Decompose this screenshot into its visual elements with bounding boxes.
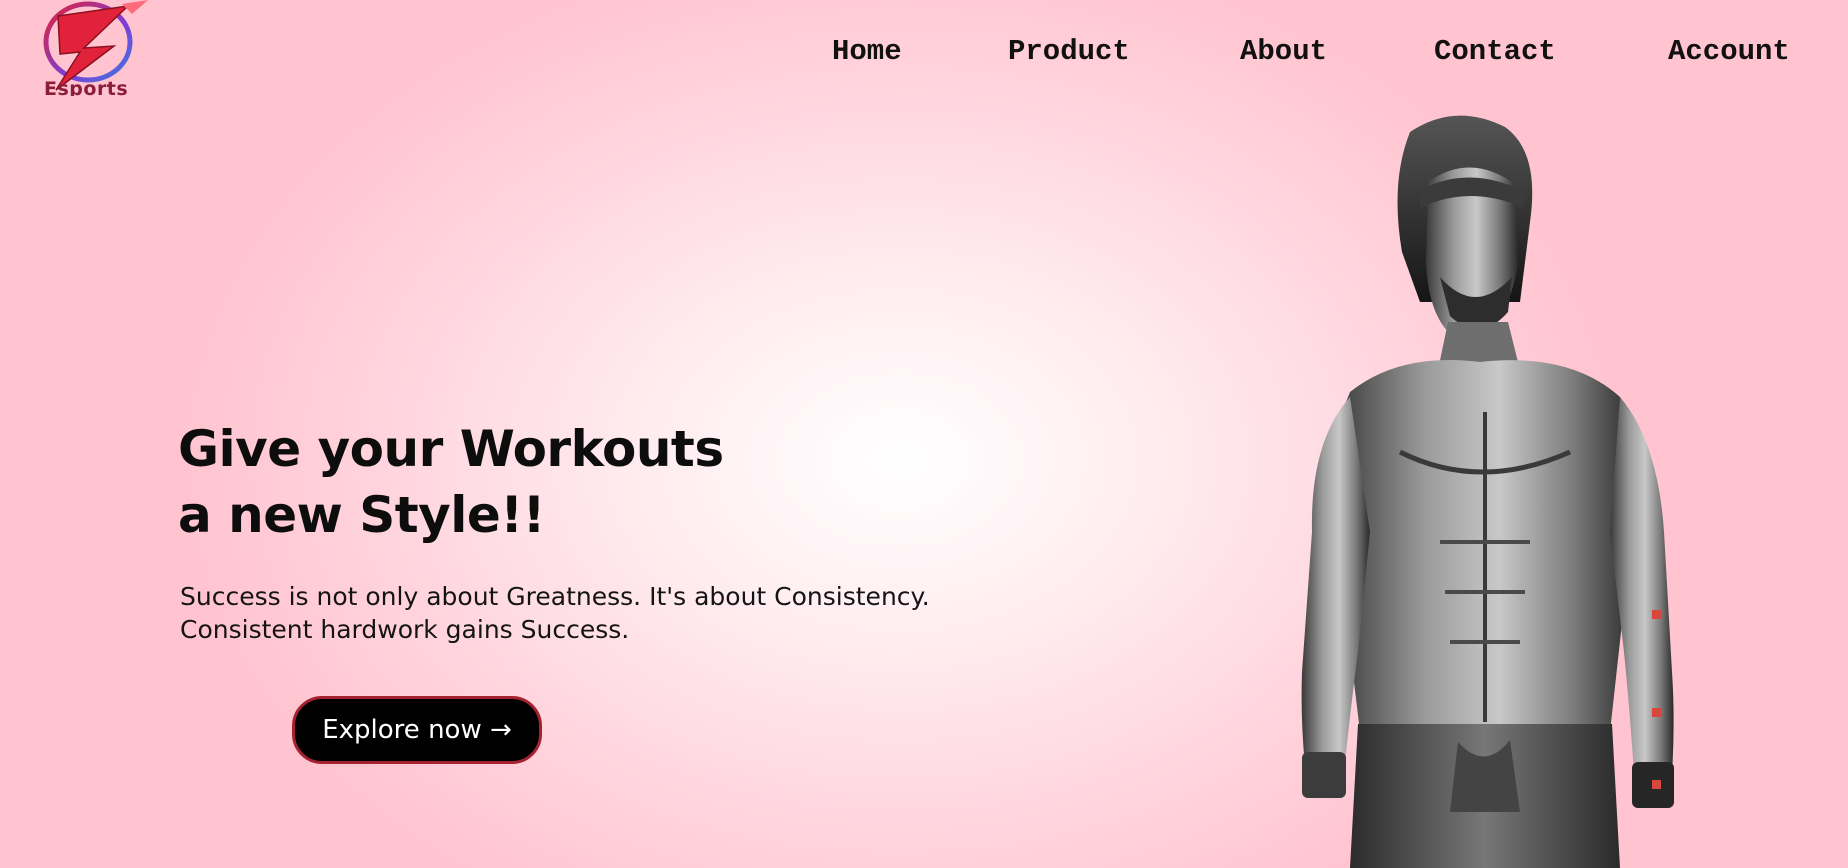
hero-subtitle: Success is not only about Greatness. It'… (180, 580, 930, 646)
nav-account[interactable]: Account (1668, 34, 1790, 70)
hero-title-line-2: a new Style!! (178, 486, 545, 544)
hero-title-line-1: Give your Workouts (178, 420, 724, 478)
main-nav: Home Product About Contact Account (0, 34, 1848, 74)
explore-now-button[interactable]: Explore now → (292, 696, 542, 764)
nav-about[interactable]: About (1240, 34, 1327, 70)
logo-text: Esports (44, 78, 129, 96)
slider-dot-2[interactable] (1652, 708, 1661, 717)
slider-dots (1652, 610, 1662, 790)
hero-athlete-image (1280, 112, 1690, 868)
hero-title: Give your Workouts a new Style!! (178, 416, 724, 548)
nav-contact[interactable]: Contact (1434, 34, 1556, 70)
nav-home[interactable]: Home (832, 34, 902, 70)
slider-dot-3[interactable] (1652, 780, 1661, 789)
slider-dot-1[interactable] (1652, 610, 1661, 619)
hero-subtitle-line-1: Success is not only about Greatness. It'… (180, 582, 930, 611)
nav-product[interactable]: Product (1008, 34, 1130, 70)
hero-subtitle-line-2: Consistent hardwork gains Success. (180, 615, 630, 644)
